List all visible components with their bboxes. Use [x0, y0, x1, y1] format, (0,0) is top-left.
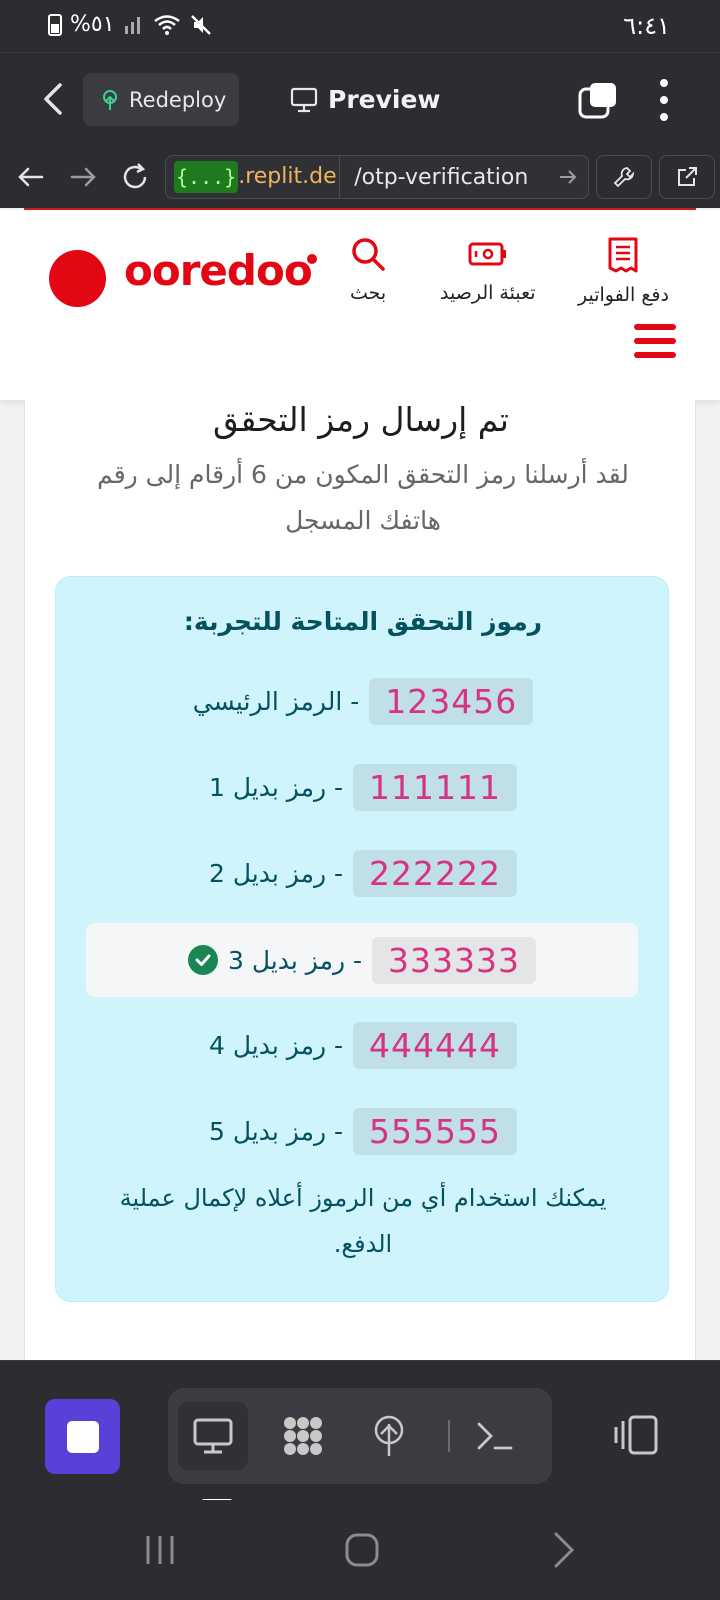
replit-toolbar: Redeploy Preview	[0, 52, 720, 144]
code-row[interactable]: 222222 - رمز بديل 2	[56, 845, 670, 901]
code-value: 123456	[369, 677, 534, 725]
check-circle-icon	[188, 945, 219, 975]
code-value: 222222	[353, 849, 517, 897]
header-search-label: بحث	[350, 282, 387, 304]
code-label: - الرمز الرئيسي	[192, 686, 360, 716]
monitor-icon	[290, 87, 318, 112]
header-bills[interactable]: دفع الفواتير	[578, 236, 669, 306]
devtools-button[interactable]	[596, 155, 652, 199]
tabs-icon[interactable]	[578, 81, 618, 119]
more-options-icon[interactable]	[650, 79, 678, 121]
test-codes-alert: رموز التحقق المتاحة للتجربة: 123456 - ال…	[55, 576, 669, 1302]
status-icons: %٥١	[48, 12, 213, 37]
tool-divider	[448, 1420, 450, 1452]
monitor-icon	[193, 1418, 233, 1454]
clock: ٦:٤١	[623, 12, 670, 40]
codes-footer-note: يمكنك استخدام أي من الرموز أعلاه لإكمال …	[119, 1184, 607, 1258]
code-value: 333333	[372, 936, 536, 984]
otp-card: تم إرسال رمز التحقق لقد أرسلنا رمز التحق…	[24, 400, 696, 1360]
status-bar: %٥١ ٦:٤١	[0, 0, 720, 52]
logo-circle[interactable]	[49, 250, 106, 307]
terminal-icon	[477, 1422, 513, 1450]
redeploy-button[interactable]: Redeploy	[83, 73, 239, 126]
bill-icon	[608, 237, 638, 273]
stop-button[interactable]	[45, 1399, 120, 1474]
logo-text[interactable]: ooredoo	[124, 246, 313, 295]
recent-apps-icon[interactable]	[140, 1530, 180, 1570]
external-link-icon	[678, 167, 697, 186]
url-path: /otp-verification	[354, 164, 529, 190]
header-recharge-label: تعبئة الرصيد	[440, 282, 536, 304]
code-label: - رمز بديل 3	[228, 945, 363, 975]
url-go-icon[interactable]	[548, 156, 588, 198]
stop-icon	[66, 1420, 99, 1453]
code-row[interactable]: 111111 - رمز بديل 1	[56, 759, 670, 815]
battery-level: %٥١	[70, 12, 115, 37]
page-title: تم إرسال رمز التحقق	[213, 400, 509, 439]
preview-label: Preview	[328, 85, 441, 114]
tab-preview[interactable]: Preview	[290, 73, 441, 126]
url-badge: {...}	[174, 161, 239, 193]
search-icon	[352, 238, 385, 271]
preview-webview: ooredoo بحث تعبئة الرصيد دفع الفواتير تم…	[0, 208, 720, 1360]
tool-preview[interactable]	[178, 1402, 248, 1470]
open-external-button[interactable]	[659, 155, 715, 199]
code-label: - رمز بديل 1	[209, 772, 344, 802]
page-subtitle: لقد أرسلنا رمز التحقق المكون من 6 أرقام …	[97, 460, 629, 535]
code-label: - رمز بديل 4	[209, 1030, 344, 1060]
reload-icon[interactable]	[118, 160, 152, 194]
phone-screen: %٥١ ٦:٤١ Redeploy Preview {...} .replit.…	[0, 0, 720, 1600]
home-icon[interactable]	[342, 1530, 382, 1570]
url-domain: .replit.de	[238, 156, 341, 198]
forward-arrow-icon[interactable]	[66, 160, 100, 194]
deploy-icon	[374, 1415, 404, 1456]
code-label: - رمز بديل 2	[209, 858, 344, 888]
tool-apps[interactable]	[268, 1402, 338, 1470]
apps-grid-icon	[284, 1417, 322, 1455]
url-input[interactable]: {...} .replit.de /otp-verification	[165, 155, 589, 199]
code-value: 555555	[353, 1107, 517, 1155]
deploy-icon	[103, 89, 117, 110]
code-row[interactable]: 444444 - رمز بديل 4	[56, 1017, 670, 1073]
replit-bottom-bar	[0, 1360, 720, 1500]
header-search[interactable]: بحث	[350, 236, 386, 304]
back-arrow-icon[interactable]	[14, 160, 48, 194]
pane-layout-icon[interactable]	[612, 1411, 660, 1459]
code-row-selected[interactable]: 333333 - رمز بديل 3	[86, 923, 638, 997]
tool-shell[interactable]	[460, 1402, 530, 1470]
header-bills-label: دفع الفواتير	[578, 284, 669, 306]
wrench-icon	[613, 167, 635, 188]
tool-switcher	[168, 1388, 552, 1484]
signal-icon	[124, 16, 140, 34]
menu-icon[interactable]	[634, 324, 676, 358]
header-recharge[interactable]: تعبئة الرصيد	[440, 236, 536, 304]
redeploy-label: Redeploy	[129, 87, 227, 112]
code-label: - رمز بديل 5	[209, 1116, 344, 1146]
system-nav-bar	[0, 1500, 720, 1600]
back-chevron-icon[interactable]	[38, 81, 70, 117]
mute-icon	[190, 14, 211, 35]
code-value: 444444	[353, 1021, 517, 1069]
battery-recharge-icon	[468, 242, 506, 266]
code-value: 111111	[353, 763, 517, 811]
codes-title: رموز التحقق المتاحة للتجربة:	[183, 607, 543, 636]
code-row[interactable]: 123456 - الرمز الرئيسي	[56, 673, 670, 729]
tool-deploy[interactable]	[354, 1402, 424, 1470]
url-row: {...} .replit.de /otp-verification	[0, 144, 720, 208]
battery-icon	[48, 13, 62, 36]
logo-dot	[307, 254, 317, 264]
back-nav-icon[interactable]	[544, 1530, 584, 1570]
site-header: ooredoo بحث تعبئة الرصيد دفع الفواتير	[0, 210, 720, 400]
wifi-icon	[153, 14, 180, 35]
code-row[interactable]: 555555 - رمز بديل 5	[56, 1103, 670, 1159]
